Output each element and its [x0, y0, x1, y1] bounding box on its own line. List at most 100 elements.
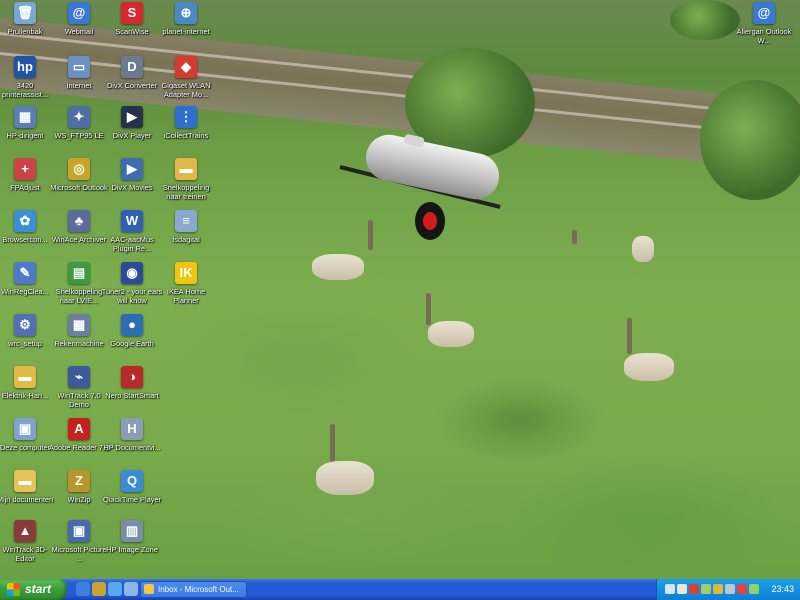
outlook-express-icon[interactable]: [76, 582, 90, 596]
desktop-icon-label: HP Documentvi...: [103, 443, 161, 452]
winzip-quicklaunch-icon[interactable]: [92, 582, 106, 596]
icollect-trains-icon: ⋮: [175, 106, 197, 128]
desktop-icon-label: HP Image Zone: [106, 545, 158, 554]
desktop-icon-label: QuickTime Player: [102, 495, 162, 504]
show-desktop-icon[interactable]: [124, 582, 138, 596]
desktop-icon[interactable]: ⊕ planet-internet: [155, 2, 217, 36]
desktop-icon[interactable]: ▬ Snelkoppeling naar treinen: [155, 158, 217, 201]
adobe-reader-icon: A: [68, 418, 90, 440]
scanwise-icon: S: [121, 2, 143, 24]
internet-shortcut-icon: ▭: [68, 56, 90, 78]
desktop-icon[interactable]: D DivX Converter: [101, 56, 163, 90]
taskbar-button-outlook[interactable]: Inbox - Microsoft Out...: [140, 581, 247, 598]
update-icon[interactable]: [737, 584, 747, 594]
desktop-icon[interactable]: ▶ DivX Player: [101, 106, 163, 140]
desktop-icon[interactable]: W AAC-aacMus Plugin Re...: [101, 210, 163, 253]
bush: [700, 80, 800, 200]
planet-internet-icon: ⊕: [175, 2, 197, 24]
winzip-icon: Z: [68, 470, 90, 492]
antivirus-icon[interactable]: [689, 584, 699, 594]
document-icon: ≡: [175, 210, 197, 232]
desktop-icon-label: DivX Movies: [111, 183, 153, 192]
desktop-icon[interactable]: @ Allergan Outlook W...: [733, 2, 795, 45]
tank-trailer: [339, 130, 510, 240]
desktop-icon[interactable]: ◉ Tuner2 - your ears will know: [101, 262, 163, 305]
desktop-icon[interactable]: ⋮ iCollectTrains: [155, 106, 217, 140]
hp-document-viewer-icon: H: [121, 418, 143, 440]
divx-player-icon: ▶: [121, 106, 143, 128]
gigaset-icon: ◆: [175, 56, 197, 78]
desktop-icon[interactable]: ≡ fsdagital: [155, 210, 217, 244]
nero-icon: ◑: [121, 366, 143, 388]
calculator-icon: ▦: [68, 314, 90, 336]
allergan-outlook-icon: @: [753, 2, 775, 24]
wintrack-3d-icon: ▲: [14, 520, 36, 542]
hp-image-zone-icon: ▥: [121, 520, 143, 542]
sheep: [312, 254, 364, 280]
desktop-icon[interactable]: H HP Documentvi...: [101, 418, 163, 452]
desktop-icon-label: IKEA Home Planner: [166, 287, 206, 305]
wintrack-icon: ⌁: [68, 366, 90, 388]
desktop-icon[interactable]: ▥ HP Image Zone: [101, 520, 163, 554]
hp-printer-icon: hp: [14, 56, 36, 78]
desktop-icon-label: DivX Player: [112, 131, 152, 140]
ikea-icon: IK: [175, 262, 197, 284]
fpadjust-icon: +: [14, 158, 36, 180]
desktop-icon-label: planet-internet: [162, 27, 210, 36]
quicktime-icon: Q: [121, 470, 143, 492]
hp-director-icon: ▦: [14, 106, 36, 128]
desktop-icon[interactable]: ● Google Earth: [101, 314, 163, 348]
google-earth-icon: ●: [121, 314, 143, 336]
winregclean-icon: ✎: [14, 262, 36, 284]
outlook-icon: ◎: [68, 158, 90, 180]
security-shield-icon[interactable]: [713, 584, 723, 594]
fence-post: [572, 230, 577, 244]
shortcut-icon: ▤: [68, 262, 90, 284]
desktop-icon-label: ScanWise: [115, 27, 149, 36]
desktop-icon[interactable]: ◑ Nero StartSmart: [101, 366, 163, 400]
ftp-icon: ✦: [68, 106, 90, 128]
my-documents-icon: ▬: [14, 470, 36, 492]
start-button[interactable]: start: [0, 579, 67, 600]
desktop-icon[interactable]: IK IKEA Home Planner: [155, 262, 217, 305]
network-icon[interactable]: [665, 584, 675, 594]
printer-icon[interactable]: [725, 584, 735, 594]
winace-icon: ♣: [68, 210, 90, 232]
word-document-icon: W: [121, 210, 143, 232]
desktop-icon[interactable]: ◆ Gigaset WLAN Adapter Mo...: [155, 56, 217, 99]
desktop-icon[interactable]: ▶ DivX Movies: [101, 158, 163, 192]
picture-manager-icon: ▣: [68, 520, 90, 542]
desktop-icon-label: Allergan Outlook W...: [736, 27, 792, 45]
windows-logo-icon: [7, 583, 20, 596]
fence-post: [627, 318, 632, 354]
volume-icon[interactable]: [677, 584, 687, 594]
sheep: [632, 236, 654, 262]
tuner-icon: ◉: [121, 262, 143, 284]
desktop-icon[interactable]: Q QuickTime Player: [101, 470, 163, 504]
usb-icon[interactable]: [701, 584, 711, 594]
desktop-icon-label: AAC-aacMus Plugin Re...: [110, 235, 154, 253]
desktop-icon[interactable]: S ScanWise: [101, 2, 163, 36]
divx-converter-icon: D: [121, 56, 143, 78]
my-computer-icon: ▣: [14, 418, 36, 440]
fence-post: [330, 424, 335, 466]
desktop-icon-label: Tuner2 - your ears will know: [101, 287, 163, 305]
start-label: start: [25, 582, 52, 596]
desktop-icon-label: Google Earth: [110, 339, 154, 348]
messenger-icon[interactable]: [749, 584, 759, 594]
desktop-icon-label: Nero StartSmart: [105, 391, 159, 400]
sheep: [428, 321, 474, 347]
desktop-icon-label: Snelkoppeling naar treinen: [162, 183, 210, 201]
task-label: Inbox - Microsoft Out...: [158, 585, 239, 594]
desktop-icon-label: fsdagital: [172, 235, 200, 244]
fence-post: [426, 293, 431, 325]
taskbar: start Inbox - Microsoft Out... 23:43: [0, 579, 800, 600]
sheep: [624, 353, 674, 381]
folder-icon: ▬: [14, 366, 36, 388]
folder-shortcut-icon: ▬: [175, 158, 197, 180]
internet-explorer-icon[interactable]: [108, 582, 122, 596]
clock[interactable]: 23:43: [771, 579, 794, 600]
fence-post: [368, 220, 373, 250]
recycle-bin-icon: 🗑: [14, 2, 36, 24]
divx-movies-icon: ▶: [121, 158, 143, 180]
